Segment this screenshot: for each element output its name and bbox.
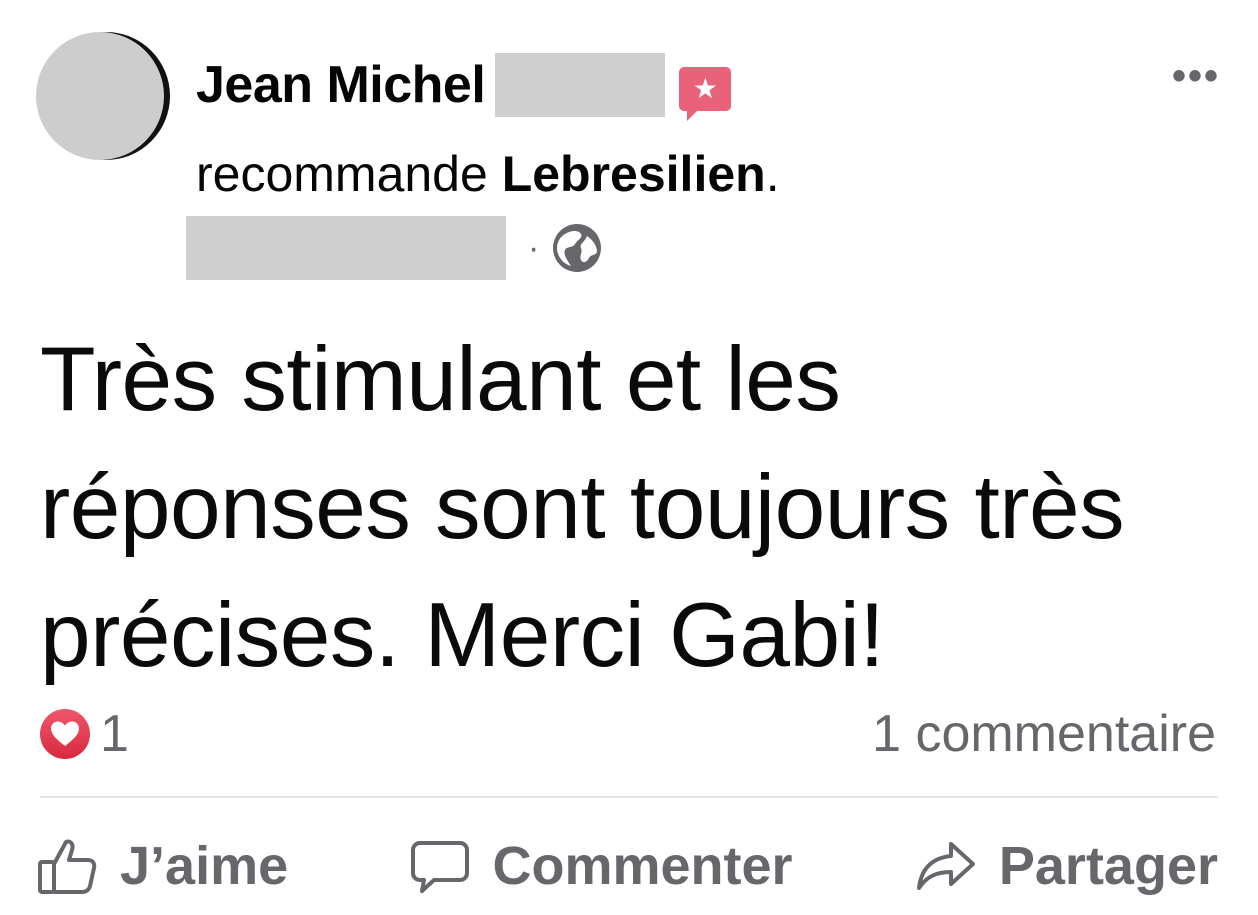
recommend-punct: .: [765, 146, 780, 202]
comment-button[interactable]: Commenter: [410, 835, 793, 897]
post-actions: J’aime Commenter Partager: [36, 826, 1218, 906]
comment-label: Commenter: [492, 836, 793, 896]
post-meta: ·: [186, 216, 603, 280]
reaction-count: 1: [100, 705, 129, 763]
share-arrow-icon: [916, 842, 975, 890]
heart-icon: [40, 709, 90, 759]
recommend-line: recommande Lebresilien.: [196, 142, 780, 206]
share-button[interactable]: Partager: [915, 835, 1218, 897]
like-button[interactable]: J’aime: [36, 835, 288, 897]
redacted-timestamp: [186, 216, 506, 280]
star-badge-icon: ★: [679, 67, 732, 121]
like-label: J’aime: [120, 836, 289, 896]
reactions-summary[interactable]: 1: [40, 708, 129, 760]
speech-bubble-icon: [411, 841, 470, 893]
post-header: Jean Michel ★: [196, 50, 732, 121]
recommend-verb: recommande: [196, 146, 488, 202]
redacted-surname: [495, 53, 666, 117]
more-options-icon[interactable]: •••: [1172, 56, 1220, 96]
comments-count-link[interactable]: 1 commentaire: [872, 708, 1216, 760]
page-name-link[interactable]: Lebresilien: [502, 146, 766, 202]
avatar[interactable]: [36, 32, 164, 160]
post-text: Très stimulant et les réponses sont touj…: [40, 329, 1125, 686]
divider: [40, 796, 1218, 798]
share-label: Partager: [998, 836, 1218, 896]
feed-post: Jean Michel ★ recommande Lebresilien. · …: [0, 0, 1258, 915]
meta-separator: ·: [528, 229, 540, 267]
globe-icon: [553, 224, 602, 272]
author-name[interactable]: Jean Michel: [196, 59, 486, 111]
thumbs-up-icon: [38, 839, 97, 894]
